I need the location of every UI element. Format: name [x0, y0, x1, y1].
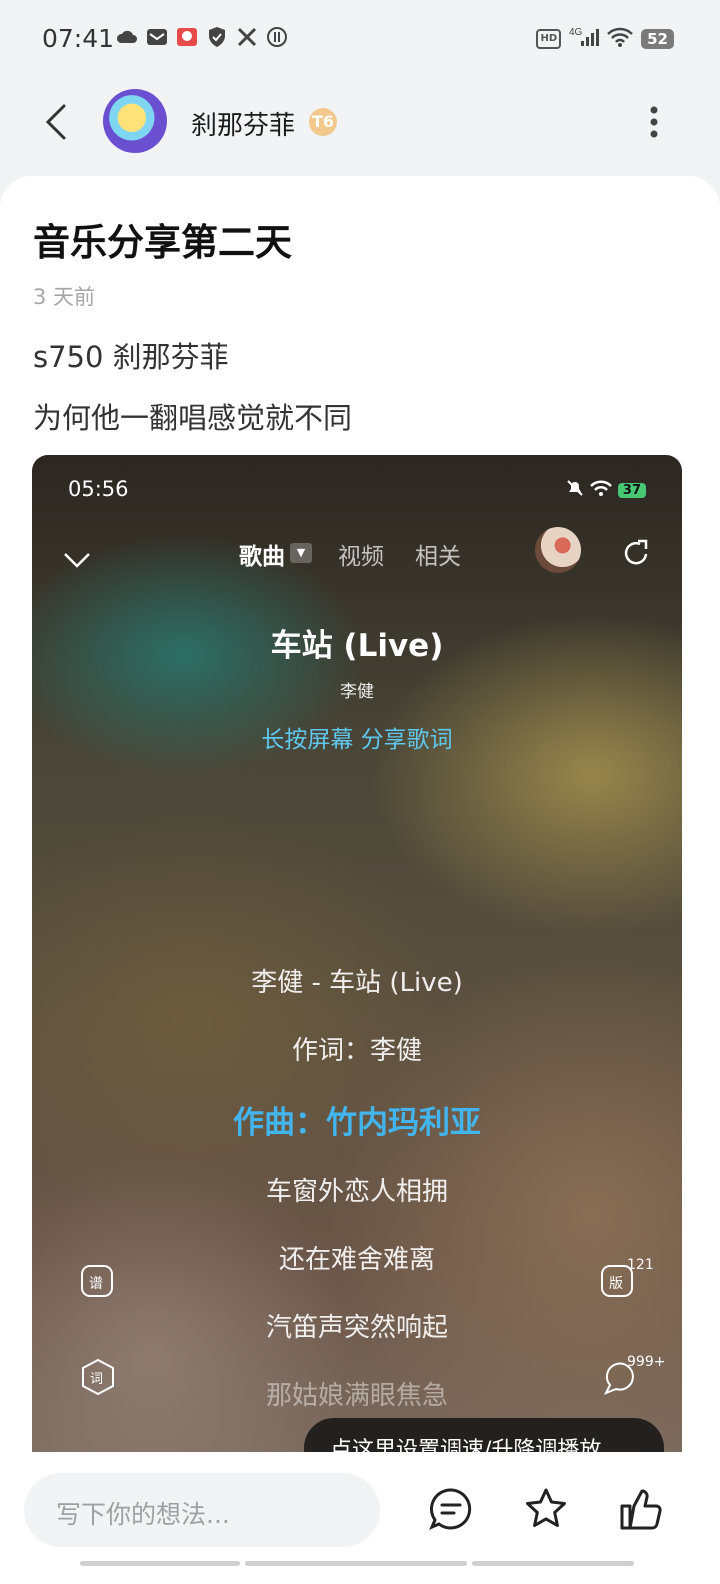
embedded-battery: 37: [617, 482, 646, 498]
level-badge: T6: [309, 108, 337, 136]
back-button[interactable]: [40, 102, 72, 142]
song-artist: 李健: [340, 682, 374, 702]
version-count: 121: [627, 1257, 654, 1273]
svg-text:版: 版: [609, 1276, 623, 1292]
battery-indicator: 52: [641, 29, 674, 49]
lyric-line: 作词：李健: [291, 1036, 422, 1066]
tab-videos[interactable]: 视频: [338, 537, 384, 571]
status-time: 07:41: [42, 24, 115, 53]
svg-text:4G: 4G: [569, 27, 583, 38]
tab-related[interactable]: 相关: [415, 537, 461, 571]
post-title: 音乐分享第二天: [33, 221, 292, 264]
svg-text:谱: 谱: [89, 1276, 103, 1292]
system-icons: HD 4G 52: [536, 26, 674, 52]
post-image[interactable]: 05:56 37 歌曲 ▼ 视频 相关 车站 (Live) 李健 长按屏幕 分享…: [32, 455, 682, 1455]
notification-icons: [116, 26, 288, 48]
share-icon[interactable]: [620, 537, 652, 569]
embedded-status-time: 05:56: [68, 477, 129, 501]
post-text-line: s750 刹那芬菲: [33, 340, 229, 374]
share-lyrics-hint: 长按屏幕 分享歌词: [261, 727, 453, 753]
more-options-button[interactable]: [648, 104, 660, 140]
status-bar: 07:41 HD 4G 52: [0, 0, 720, 80]
avatar[interactable]: [103, 89, 167, 153]
favorite-star-icon[interactable]: [523, 1486, 569, 1532]
lyric-line: 车窗外恋人相拥: [265, 1177, 448, 1207]
dropdown-icon[interactable]: ▼: [290, 543, 312, 563]
like-thumb-icon[interactable]: [618, 1486, 664, 1532]
lyrics-icon[interactable]: 词: [78, 1357, 118, 1397]
post-header: 刹那芬菲 T6: [0, 80, 720, 175]
album-art-avatar[interactable]: [535, 527, 581, 573]
embedded-system-icons: 37: [566, 479, 646, 501]
scroll-indicator: [245, 1561, 467, 1566]
scroll-indicator: [80, 1561, 240, 1566]
lyric-line: 那姑娘满眼焦急: [265, 1381, 448, 1411]
lyric-line: 还在难舍难离: [278, 1245, 435, 1275]
wifi-icon: [590, 479, 612, 501]
mail-icon: [146, 26, 168, 48]
scroll-indicator: [472, 1561, 634, 1566]
tab-songs[interactable]: 歌曲: [239, 537, 285, 571]
comment-count: 999+: [627, 1354, 666, 1370]
comment-placeholder: 写下你的想法...: [56, 1500, 230, 1529]
player-tabs: 歌曲 ▼ 视频 相关: [32, 527, 682, 585]
app-icon: [176, 26, 198, 48]
svg-text:词: 词: [90, 1372, 103, 1387]
sheet-music-icon[interactable]: 谱: [78, 1261, 118, 1301]
cloud-icon: [116, 26, 138, 48]
speed-tip[interactable]: 点这里设置调速/升降调播放: [304, 1418, 664, 1455]
lyric-line: 李健 - 车站 (Live): [251, 968, 463, 998]
post-time: 3 天前: [33, 285, 96, 309]
signal-icon: 4G: [569, 26, 600, 52]
mute-icon: [566, 479, 584, 501]
hd-icon: HD: [536, 29, 562, 49]
lyric-line: 汽笛声突然响起: [265, 1313, 448, 1343]
post-text-line: 为何他一翻唱感觉就不同: [33, 401, 353, 435]
lyric-line-active: 作曲：竹内玛利亚: [233, 1105, 481, 1141]
wifi-icon: [607, 26, 634, 52]
comment-icon[interactable]: [428, 1486, 474, 1532]
tools-icon: [236, 26, 258, 48]
comment-input[interactable]: 写下你的想法...: [24, 1473, 380, 1547]
circle-icon: [266, 26, 288, 48]
song-title: 车站 (Live): [270, 628, 444, 664]
shield-icon: [206, 26, 228, 48]
author-name[interactable]: 刹那芬菲: [191, 105, 295, 142]
chevron-down-icon[interactable]: [62, 545, 92, 575]
